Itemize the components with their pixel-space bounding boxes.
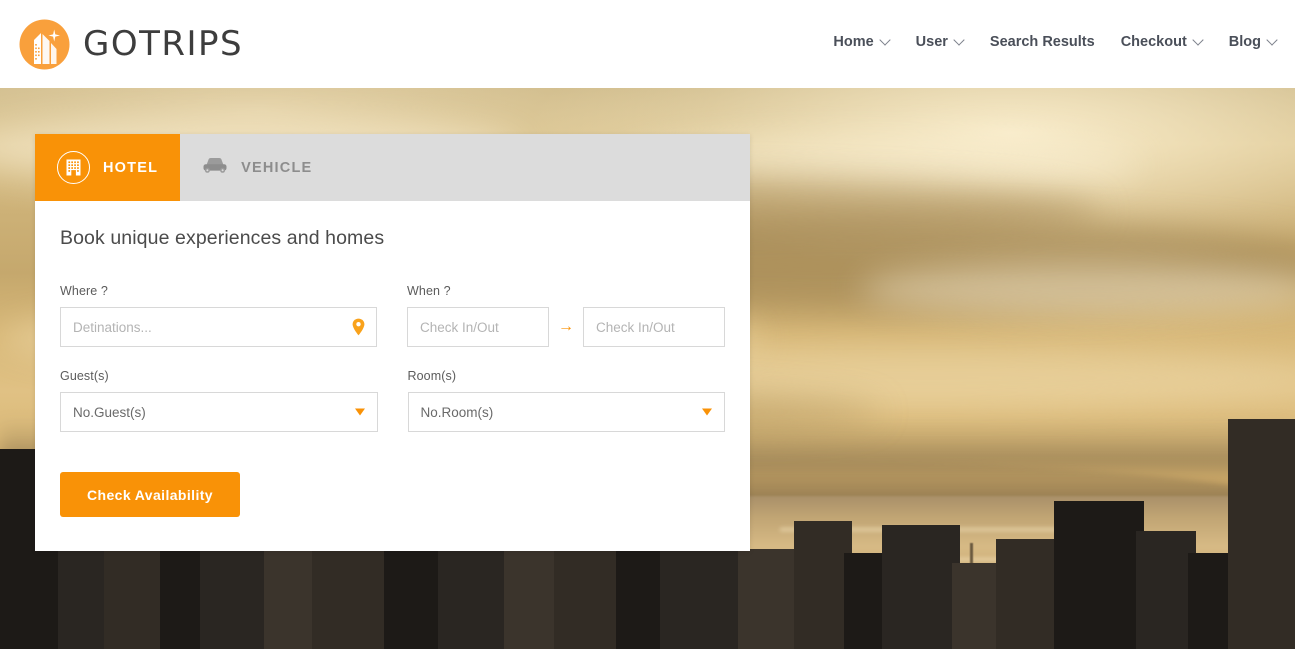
brand-name: GOTRIPS: [83, 24, 244, 64]
chevron-down-icon: [1194, 36, 1203, 45]
chevron-down-icon: [881, 36, 890, 45]
building-icon: [57, 151, 90, 184]
nav-item-search-results[interactable]: Search Results: [990, 34, 1095, 50]
rooms-selected-value: No.Room(s): [420, 404, 494, 420]
arrow-right-icon: →: [558, 318, 574, 335]
main-nav: Home User Search Results Checkout Blog: [833, 34, 1277, 50]
building: [738, 549, 802, 649]
field-where: Where ?: [60, 284, 377, 347]
site-header: GOTRIPS Home User Search Results Checkou…: [0, 0, 1295, 88]
car-icon: [202, 156, 228, 179]
nav-item-checkout[interactable]: Checkout: [1121, 34, 1203, 50]
building: [882, 525, 960, 649]
page-title: Book unique experiences and homes: [60, 227, 385, 249]
check-availability-button[interactable]: Check Availability: [60, 472, 240, 517]
where-label: Where ?: [60, 284, 108, 298]
rooms-label: Room(s): [407, 369, 457, 383]
guests-label: Guest(s): [60, 369, 109, 383]
check-in-input[interactable]: [408, 308, 548, 346]
check-out-input[interactable]: [584, 308, 724, 346]
destination-input-wrapper[interactable]: [60, 307, 377, 347]
nav-item-label: User: [915, 34, 948, 50]
tab-vehicle[interactable]: VEHICLE: [180, 134, 334, 201]
field-rooms: Room(s) No.Room(s): [407, 369, 725, 432]
brand-logo-link[interactable]: GOTRIPS: [18, 18, 243, 71]
check-out-input-wrapper[interactable]: [583, 307, 725, 347]
building: [996, 539, 1062, 649]
chevron-down-icon: [354, 408, 365, 416]
building: [1054, 501, 1144, 649]
nav-item-user[interactable]: User: [916, 34, 964, 50]
building: [1136, 531, 1196, 649]
nav-item-label: Home: [833, 34, 874, 50]
chevron-down-icon: [702, 408, 712, 416]
nav-item-label: Blog: [1228, 34, 1261, 50]
destination-input[interactable]: [61, 308, 376, 346]
guests-selected-value: No.Guest(s): [73, 404, 146, 420]
booking-form: Book unique experiences and homes Where …: [35, 201, 750, 551]
tab-label: VEHICLE: [241, 159, 313, 176]
tower-building: [1228, 419, 1295, 649]
date-range-group: →: [407, 307, 725, 347]
nav-item-blog[interactable]: Blog: [1229, 34, 1277, 50]
page-root: GOTRIPS Home User Search Results Checkou…: [0, 0, 1295, 649]
nav-item-home[interactable]: Home: [833, 34, 889, 50]
guests-select[interactable]: No.Guest(s): [60, 392, 378, 432]
when-label: When ?: [407, 284, 451, 298]
tab-label: HOTEL: [103, 159, 159, 176]
field-row-where-when: Where ? When ?: [60, 284, 725, 347]
tab-hotel[interactable]: HOTEL: [35, 134, 181, 201]
booking-tabs: HOTEL VEHICLE: [35, 134, 750, 201]
cloud: [860, 263, 1295, 315]
nav-item-label: Checkout: [1120, 34, 1187, 50]
rooms-select[interactable]: No.Room(s): [407, 392, 725, 432]
buildings-sparkle-logo-icon: [18, 18, 71, 71]
chevron-down-icon: [1268, 36, 1277, 45]
field-guests: Guest(s) No.Guest(s): [60, 369, 378, 432]
chevron-down-icon: [955, 36, 964, 45]
nav-item-label: Search Results: [989, 34, 1095, 50]
field-row-guests-rooms: Guest(s) No.Guest(s) Room(s) No.Room(s): [60, 369, 725, 432]
field-when: When ? →: [407, 284, 725, 347]
check-in-input-wrapper[interactable]: [407, 307, 549, 347]
booking-widget: HOTEL VEHICLE Book unique experiences an…: [35, 134, 750, 551]
